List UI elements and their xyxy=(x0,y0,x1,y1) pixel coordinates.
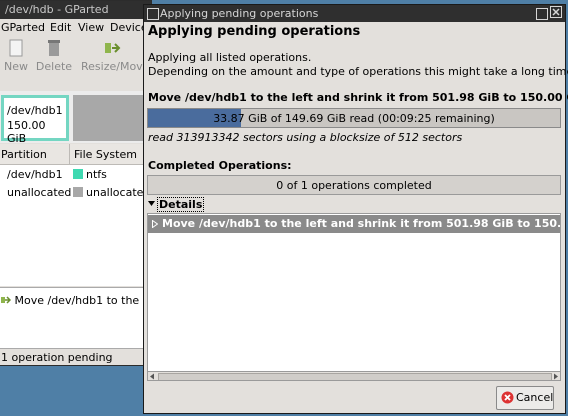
progress-text: 33.87 GiB of 149.69 GiB read (00:09:25 r… xyxy=(213,112,495,125)
unallocated-color-swatch xyxy=(73,187,83,197)
cancel-button[interactable]: Cancel xyxy=(496,386,554,410)
horizontal-scrollbar[interactable] xyxy=(148,371,560,380)
details-expander[interactable]: Details xyxy=(147,197,227,212)
column-header-filesystem[interactable]: File System xyxy=(70,144,151,165)
gparted-window-title: /dev/hdb - GParted xyxy=(5,3,109,16)
menu-device[interactable]: Device xyxy=(110,21,148,34)
close-icon[interactable] xyxy=(550,6,562,21)
table-row[interactable]: /dev/hdb1 ntfs xyxy=(0,166,151,184)
resize-move-button[interactable]: Resize/Move xyxy=(81,38,151,73)
column-header-partition[interactable]: Partition xyxy=(0,144,70,165)
row-filesystem: unallocated xyxy=(73,186,150,199)
row-partition: /dev/hdb1 xyxy=(7,168,63,181)
new-label: New xyxy=(4,60,28,73)
status-bar: 1 operation pending xyxy=(0,348,151,365)
resize-move-label: Resize/Move xyxy=(81,60,150,73)
window-menu-icon[interactable] xyxy=(147,8,159,20)
status-text: 1 operation pending xyxy=(1,351,113,364)
gparted-main-window: /dev/hdb - GParted GParted Edit View Dev… xyxy=(0,0,152,366)
sector-info-text: read 313913342 sectors using a blocksize… xyxy=(148,131,463,144)
menu-view[interactable]: View xyxy=(78,21,104,34)
pending-operation-item[interactable]: Move /dev/hdb1 to the left xyxy=(1,294,152,307)
completed-operations-label: Completed Operations: xyxy=(148,159,292,172)
row-filesystem-label: ntfs xyxy=(86,168,107,181)
maximize-icon[interactable] xyxy=(536,8,548,20)
operation-tree-label: Move /dev/hdb1 to the left and shrink it… xyxy=(162,217,560,230)
dialog-heading: Applying pending operations xyxy=(148,24,361,39)
resize-move-icon xyxy=(81,38,151,60)
dialog-titlebar[interactable]: Applying pending operations xyxy=(144,5,565,22)
row-filesystem-label: unallocated xyxy=(86,186,151,199)
completed-progress-bar: 0 of 1 operations completed xyxy=(147,175,561,195)
scroll-left-icon[interactable] xyxy=(149,373,155,380)
gparted-menubar: GParted Edit View Device xyxy=(0,20,151,36)
table-row[interactable]: unallocated unallocated xyxy=(0,184,151,202)
dialog-description-line1: Applying all listed operations. xyxy=(148,51,312,64)
column-header-partition-label: Partition xyxy=(1,148,47,161)
menu-gparted[interactable]: GParted xyxy=(1,21,45,34)
tree-expander-icon[interactable] xyxy=(152,220,158,228)
current-operation-label: Move /dev/hdb1 to the left and shrink it… xyxy=(148,91,568,104)
operation-arrow-icon xyxy=(1,296,12,304)
apply-operations-dialog: Applying pending operations Applying pen… xyxy=(143,4,568,414)
partition-graph: /dev/hdb1 150.00 GiB xyxy=(0,91,151,145)
new-button[interactable]: New xyxy=(1,38,31,73)
trash-icon xyxy=(35,38,73,60)
ntfs-color-swatch xyxy=(73,169,83,179)
cancel-icon xyxy=(501,391,514,404)
details-tree-view[interactable]: Move /dev/hdb1 to the left and shrink it… xyxy=(147,213,561,381)
pending-operations-pane: Move /dev/hdb1 to the left xyxy=(0,287,151,348)
delete-label: Delete xyxy=(35,60,73,73)
menu-edit[interactable]: Edit xyxy=(50,21,71,34)
row-filesystem: ntfs xyxy=(73,168,107,181)
expander-arrow-icon xyxy=(148,201,155,206)
column-header-filesystem-label: File System xyxy=(74,148,137,161)
gparted-titlebar[interactable]: /dev/hdb - GParted xyxy=(0,1,151,19)
operation-tree-row[interactable]: Move /dev/hdb1 to the left and shrink it… xyxy=(148,215,560,233)
completed-progress-text: 0 of 1 operations completed xyxy=(276,179,432,192)
scrollbar-thumb[interactable] xyxy=(158,373,552,380)
gparted-toolbar: New Delete Resize/Move xyxy=(0,36,151,90)
details-label: Details xyxy=(157,197,205,212)
partition-block-name: /dev/hdb1 xyxy=(7,104,63,117)
partition-block-hdb1[interactable]: /dev/hdb1 150.00 GiB xyxy=(1,95,69,145)
partition-block-size: 150.00 GiB xyxy=(7,119,46,145)
delete-button[interactable]: Delete xyxy=(35,38,73,73)
cancel-label: Cancel xyxy=(516,391,554,404)
scroll-right-icon[interactable] xyxy=(553,373,559,380)
partition-list: Partition File System /dev/hdb1 ntfs una… xyxy=(0,144,151,286)
dialog-title: Applying pending operations xyxy=(160,7,319,20)
unallocated-block[interactable] xyxy=(73,95,151,141)
pending-operation-label: Move /dev/hdb1 to the left xyxy=(14,294,152,307)
new-icon xyxy=(1,38,31,60)
dialog-description-line2: Depending on the amount and type of oper… xyxy=(148,65,568,78)
row-partition: unallocated xyxy=(7,186,72,199)
operation-progress-bar: 33.87 GiB of 149.69 GiB read (00:09:25 r… xyxy=(147,108,561,128)
